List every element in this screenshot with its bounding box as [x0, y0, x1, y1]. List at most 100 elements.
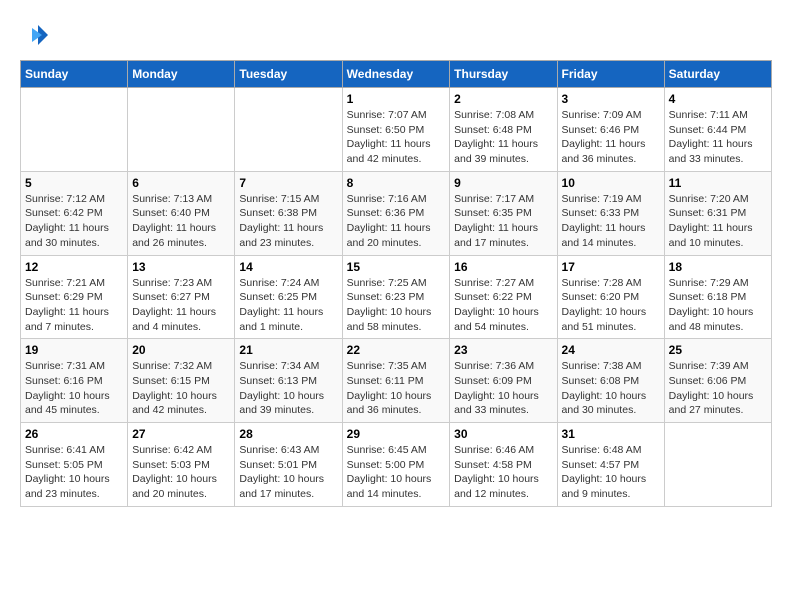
calendar-cell: 1 Sunrise: 7:07 AM Sunset: 6:50 PM Daylig… — [342, 88, 450, 172]
day-info: Sunrise: 7:07 AM Sunset: 6:50 PM Dayligh… — [347, 108, 446, 167]
calendar-week-row: 19 Sunrise: 7:31 AM Sunset: 6:16 PM Dayli… — [21, 339, 772, 423]
day-info: Sunrise: 6:48 AM Sunset: 4:57 PM Dayligh… — [562, 443, 660, 502]
day-info: Sunrise: 7:08 AM Sunset: 6:48 PM Dayligh… — [454, 108, 552, 167]
logo — [20, 20, 52, 50]
day-number: 20 — [132, 343, 230, 357]
day-info: Sunrise: 7:35 AM Sunset: 6:11 PM Dayligh… — [347, 359, 446, 418]
day-number: 14 — [239, 260, 337, 274]
day-info: Sunrise: 7:34 AM Sunset: 6:13 PM Dayligh… — [239, 359, 337, 418]
calendar-cell: 2 Sunrise: 7:08 AM Sunset: 6:48 PM Daylig… — [450, 88, 557, 172]
weekday-header-wednesday: Wednesday — [342, 61, 450, 88]
calendar-cell: 31 Sunrise: 6:48 AM Sunset: 4:57 PM Dayli… — [557, 423, 664, 507]
calendar-cell: 14Sunrise: 7:24 AM Sunset: 6:25 PM Dayli… — [235, 255, 342, 339]
day-number: 15 — [347, 260, 446, 274]
logo-icon — [20, 20, 50, 50]
day-number: 21 — [239, 343, 337, 357]
calendar-cell: 3Sunrise: 7:09 AM Sunset: 6:46 PM Daylig… — [557, 88, 664, 172]
calendar-table: SundayMondayTuesdayWednesdayThursdayFrid… — [20, 60, 772, 507]
calendar-cell: 30 Sunrise: 6:46 AM Sunset: 4:58 PM Dayli… — [450, 423, 557, 507]
calendar-week-row: 1 Sunrise: 7:07 AM Sunset: 6:50 PM Daylig… — [21, 88, 772, 172]
day-number: 31 — [562, 427, 660, 441]
weekday-header-saturday: Saturday — [664, 61, 771, 88]
day-info: Sunrise: 7:13 AM Sunset: 6:40 PM Dayligh… — [132, 192, 230, 251]
day-info: Sunrise: 6:46 AM Sunset: 4:58 PM Dayligh… — [454, 443, 552, 502]
day-number: 30 — [454, 427, 552, 441]
weekday-header-monday: Monday — [128, 61, 235, 88]
day-number: 13 — [132, 260, 230, 274]
day-info: Sunrise: 7:15 AM Sunset: 6:38 PM Dayligh… — [239, 192, 337, 251]
day-number: 7 — [239, 176, 337, 190]
day-info: Sunrise: 7:12 AM Sunset: 6:42 PM Dayligh… — [25, 192, 123, 251]
calendar-cell: 24Sunrise: 7:38 AM Sunset: 6:08 PM Dayli… — [557, 339, 664, 423]
day-info: Sunrise: 7:25 AM Sunset: 6:23 PM Dayligh… — [347, 276, 446, 335]
calendar-cell: 7 Sunrise: 7:15 AM Sunset: 6:38 PM Daylig… — [235, 171, 342, 255]
calendar-cell: 17Sunrise: 7:28 AM Sunset: 6:20 PM Dayli… — [557, 255, 664, 339]
calendar-cell: 8 Sunrise: 7:16 AM Sunset: 6:36 PM Daylig… — [342, 171, 450, 255]
calendar-cell: 21 Sunrise: 7:34 AM Sunset: 6:13 PM Dayli… — [235, 339, 342, 423]
day-info: Sunrise: 7:29 AM Sunset: 6:18 PM Dayligh… — [669, 276, 767, 335]
calendar-header-row: SundayMondayTuesdayWednesdayThursdayFrid… — [21, 61, 772, 88]
day-number: 12 — [25, 260, 123, 274]
day-info: Sunrise: 7:38 AM Sunset: 6:08 PM Dayligh… — [562, 359, 660, 418]
calendar-cell: 16 Sunrise: 7:27 AM Sunset: 6:22 PM Dayli… — [450, 255, 557, 339]
day-number: 22 — [347, 343, 446, 357]
page-header — [20, 20, 772, 50]
day-number: 6 — [132, 176, 230, 190]
calendar-cell: 27Sunrise: 6:42 AM Sunset: 5:03 PM Dayli… — [128, 423, 235, 507]
day-info: Sunrise: 7:21 AM Sunset: 6:29 PM Dayligh… — [25, 276, 123, 335]
calendar-cell: 26 Sunrise: 6:41 AM Sunset: 5:05 PM Dayli… — [21, 423, 128, 507]
calendar-cell: 15 Sunrise: 7:25 AM Sunset: 6:23 PM Dayli… — [342, 255, 450, 339]
day-number: 27 — [132, 427, 230, 441]
calendar-cell — [128, 88, 235, 172]
day-number: 4 — [669, 92, 767, 106]
day-info: Sunrise: 7:09 AM Sunset: 6:46 PM Dayligh… — [562, 108, 660, 167]
calendar-cell: 10 Sunrise: 7:19 AM Sunset: 6:33 PM Dayli… — [557, 171, 664, 255]
day-number: 18 — [669, 260, 767, 274]
day-number: 11 — [669, 176, 767, 190]
calendar-cell — [664, 423, 771, 507]
day-number: 8 — [347, 176, 446, 190]
calendar-week-row: 5 Sunrise: 7:12 AM Sunset: 6:42 PM Daylig… — [21, 171, 772, 255]
calendar-cell: 18 Sunrise: 7:29 AM Sunset: 6:18 PM Dayli… — [664, 255, 771, 339]
weekday-header-tuesday: Tuesday — [235, 61, 342, 88]
day-info: Sunrise: 7:28 AM Sunset: 6:20 PM Dayligh… — [562, 276, 660, 335]
calendar-cell: 25 Sunrise: 7:39 AM Sunset: 6:06 PM Dayli… — [664, 339, 771, 423]
day-info: Sunrise: 7:36 AM Sunset: 6:09 PM Dayligh… — [454, 359, 552, 418]
day-info: Sunrise: 6:45 AM Sunset: 5:00 PM Dayligh… — [347, 443, 446, 502]
day-number: 2 — [454, 92, 552, 106]
calendar-cell: 11 Sunrise: 7:20 AM Sunset: 6:31 PM Dayli… — [664, 171, 771, 255]
calendar-cell: 22 Sunrise: 7:35 AM Sunset: 6:11 PM Dayli… — [342, 339, 450, 423]
calendar-cell: 5 Sunrise: 7:12 AM Sunset: 6:42 PM Daylig… — [21, 171, 128, 255]
day-info: Sunrise: 7:32 AM Sunset: 6:15 PM Dayligh… — [132, 359, 230, 418]
calendar-cell: 19 Sunrise: 7:31 AM Sunset: 6:16 PM Dayli… — [21, 339, 128, 423]
calendar-cell: 9Sunrise: 7:17 AM Sunset: 6:35 PM Daylig… — [450, 171, 557, 255]
day-number: 26 — [25, 427, 123, 441]
calendar-cell: 29 Sunrise: 6:45 AM Sunset: 5:00 PM Dayli… — [342, 423, 450, 507]
calendar-cell: 12 Sunrise: 7:21 AM Sunset: 6:29 PM Dayli… — [21, 255, 128, 339]
calendar-cell: 6 Sunrise: 7:13 AM Sunset: 6:40 PM Daylig… — [128, 171, 235, 255]
day-info: Sunrise: 7:23 AM Sunset: 6:27 PM Dayligh… — [132, 276, 230, 335]
day-number: 19 — [25, 343, 123, 357]
day-number: 29 — [347, 427, 446, 441]
day-info: Sunrise: 7:19 AM Sunset: 6:33 PM Dayligh… — [562, 192, 660, 251]
day-info: Sunrise: 7:11 AM Sunset: 6:44 PM Dayligh… — [669, 108, 767, 167]
day-number: 23 — [454, 343, 552, 357]
day-number: 1 — [347, 92, 446, 106]
day-number: 10 — [562, 176, 660, 190]
calendar-cell: 4 Sunrise: 7:11 AM Sunset: 6:44 PM Daylig… — [664, 88, 771, 172]
day-info: Sunrise: 6:41 AM Sunset: 5:05 PM Dayligh… — [25, 443, 123, 502]
day-info: Sunrise: 6:43 AM Sunset: 5:01 PM Dayligh… — [239, 443, 337, 502]
day-number: 25 — [669, 343, 767, 357]
day-info: Sunrise: 7:16 AM Sunset: 6:36 PM Dayligh… — [347, 192, 446, 251]
day-info: Sunrise: 7:27 AM Sunset: 6:22 PM Dayligh… — [454, 276, 552, 335]
day-number: 28 — [239, 427, 337, 441]
day-info: Sunrise: 7:31 AM Sunset: 6:16 PM Dayligh… — [25, 359, 123, 418]
calendar-week-row: 26 Sunrise: 6:41 AM Sunset: 5:05 PM Dayli… — [21, 423, 772, 507]
calendar-cell: 28 Sunrise: 6:43 AM Sunset: 5:01 PM Dayli… — [235, 423, 342, 507]
day-number: 16 — [454, 260, 552, 274]
day-info: Sunrise: 7:39 AM Sunset: 6:06 PM Dayligh… — [669, 359, 767, 418]
day-info: Sunrise: 7:17 AM Sunset: 6:35 PM Dayligh… — [454, 192, 552, 251]
day-info: Sunrise: 7:20 AM Sunset: 6:31 PM Dayligh… — [669, 192, 767, 251]
calendar-cell — [21, 88, 128, 172]
day-number: 5 — [25, 176, 123, 190]
